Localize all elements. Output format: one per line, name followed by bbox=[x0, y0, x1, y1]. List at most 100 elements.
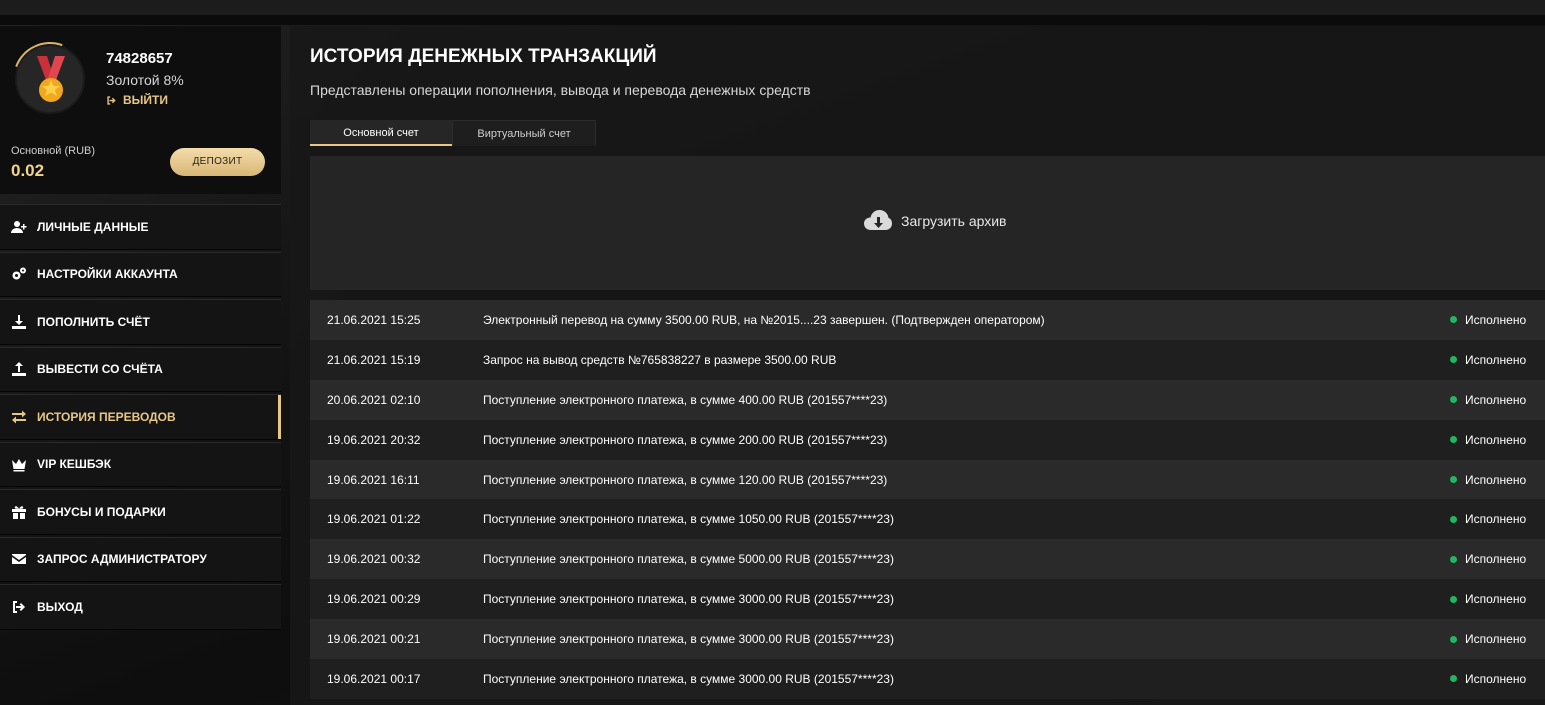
status-dot-icon bbox=[1450, 675, 1457, 683]
download-archive-button[interactable]: Загрузить архив bbox=[863, 208, 1007, 234]
status-badge: Исполнено bbox=[1450, 353, 1526, 367]
status-badge: Исполнено bbox=[1450, 313, 1526, 327]
status-dot-icon bbox=[1450, 316, 1457, 324]
table-row: 19.06.2021 00:21 Поступление электронног… bbox=[310, 619, 1545, 660]
sign-out-icon bbox=[107, 95, 116, 105]
transaction-date: 19.06.2021 00:21 bbox=[327, 632, 421, 647]
sidebar-item-transfer-history[interactable]: ИСТОРИЯ ПЕРЕВОДОВ bbox=[0, 394, 281, 440]
sidebar-item-deposit[interactable]: ПОПОЛНИТЬ СЧЁТ bbox=[0, 299, 281, 345]
sidebar-menu: ЛИЧНЫЕ ДАННЫЕ НАСТРОЙКИ АККАУНТА ПОПОЛНИ… bbox=[0, 204, 281, 630]
status-dot-icon bbox=[1450, 396, 1457, 404]
table-row: 19.06.2021 00:17 Поступление электронног… bbox=[310, 659, 1545, 699]
table-row: 19.06.2021 00:32 Поступление электронног… bbox=[310, 539, 1545, 580]
user-plus-icon bbox=[11, 220, 27, 233]
sidebar-item-personal-data[interactable]: ЛИЧНЫЕ ДАННЫЕ bbox=[0, 204, 281, 250]
avatar bbox=[0, 29, 100, 129]
table-row: 21.06.2021 15:25 Электронный перевод на … bbox=[310, 300, 1545, 340]
main-content: ИСТОРИЯ ДЕНЕЖНЫХ ТРАНЗАКЦИЙ Представлены… bbox=[290, 26, 1545, 705]
status-badge: Исполнено bbox=[1450, 552, 1526, 566]
transaction-description: Поступление электронного платежа, в сумм… bbox=[483, 432, 888, 447]
user-id: 74828657 bbox=[106, 50, 173, 67]
page-title: ИСТОРИЯ ДЕНЕЖНЫХ ТРАНЗАКЦИЙ bbox=[310, 46, 657, 67]
account-label: Основной (RUB) bbox=[11, 145, 96, 157]
status-label: Исполнено bbox=[1465, 512, 1527, 527]
transaction-description: Поступление электронного платежа, в сумм… bbox=[483, 671, 894, 686]
sidebar-item-label: VIP КЕШБЭК bbox=[37, 457, 112, 472]
archive-panel: Загрузить архив bbox=[310, 156, 1545, 290]
transaction-date: 19.06.2021 00:17 bbox=[327, 671, 421, 686]
download-icon bbox=[12, 314, 26, 329]
crown-icon bbox=[12, 459, 26, 472]
status-dot-icon bbox=[1450, 555, 1457, 563]
transaction-date: 19.06.2021 01:22 bbox=[327, 512, 421, 527]
account-tabs: Основной счет Виртуальный счет bbox=[310, 120, 596, 146]
transaction-description: Поступление электронного платежа, в сумм… bbox=[483, 512, 894, 527]
transaction-description: Поступление электронного платежа, в сумм… bbox=[483, 632, 894, 647]
transactions-table: 21.06.2021 15:25 Электронный перевод на … bbox=[310, 300, 1545, 699]
sidebar-item-withdraw[interactable]: ВЫВЕСТИ СО СЧЁТА bbox=[0, 346, 281, 392]
status-badge: Исполнено bbox=[1450, 473, 1526, 487]
page-subtitle: Представлены операции пополнения, вывода… bbox=[310, 82, 811, 98]
status-badge: Исполнено bbox=[1450, 592, 1526, 606]
status-label: Исполнено bbox=[1465, 352, 1527, 367]
status-badge: Исполнено bbox=[1450, 632, 1526, 646]
sidebar-item-vip-cashback[interactable]: VIP КЕШБЭК bbox=[0, 441, 281, 487]
transaction-description: Электронный перевод на сумму 3500.00 RUB… bbox=[483, 312, 1045, 327]
logout-label: ВЫЙТИ bbox=[123, 93, 168, 107]
status-label: Исполнено bbox=[1465, 432, 1527, 447]
sidebar-item-label: НАСТРОЙКИ АККАУНТА bbox=[37, 267, 178, 282]
sidebar-item-label: БОНУСЫ И ПОДАРКИ bbox=[37, 504, 166, 519]
status-badge: Исполнено bbox=[1450, 433, 1526, 447]
status-label: Исполнено bbox=[1465, 312, 1527, 327]
table-row: 19.06.2021 01:22 Поступление электронног… bbox=[310, 499, 1545, 540]
transaction-date: 19.06.2021 00:32 bbox=[327, 552, 421, 567]
status-dot-icon bbox=[1450, 515, 1457, 523]
envelope-icon bbox=[12, 554, 26, 565]
status-label: Исполнено bbox=[1465, 472, 1527, 487]
transaction-description: Поступление электронного платежа, в сумм… bbox=[483, 472, 888, 487]
sidebar-item-label: ВЫХОД bbox=[37, 599, 83, 614]
status-dot-icon bbox=[1450, 476, 1457, 483]
table-row: 19.06.2021 16:11 Поступление электронног… bbox=[310, 459, 1545, 500]
sidebar-item-label: ВЫВЕСТИ СО СЧЁТА bbox=[37, 362, 163, 377]
sidebar-item-bonuses[interactable]: БОНУСЫ И ПОДАРКИ bbox=[0, 489, 281, 535]
logout-link[interactable]: ВЫЙТИ bbox=[106, 93, 168, 107]
top-divider bbox=[0, 16, 1545, 25]
transaction-date: 19.06.2021 00:29 bbox=[327, 592, 421, 607]
status-label: Исполнено bbox=[1465, 632, 1527, 647]
status-badge: Исполнено bbox=[1450, 393, 1526, 407]
status-dot-icon bbox=[1450, 635, 1457, 643]
table-row: 19.06.2021 00:29 Поступление электронног… bbox=[310, 579, 1545, 620]
transaction-description: Запрос на вывод средств №765838227 в раз… bbox=[483, 352, 837, 367]
download-archive-label: Загрузить архив bbox=[901, 213, 1007, 229]
sidebar-item-label: ПОПОЛНИТЬ СЧЁТ bbox=[37, 314, 150, 329]
sidebar-item-label: ЗАПРОС АДМИНИСТРАТОРУ bbox=[37, 552, 207, 567]
cloud-download-icon bbox=[864, 210, 892, 230]
tab-main-account[interactable]: Основной счет bbox=[310, 120, 452, 146]
transaction-description: Поступление электронного платежа, в сумм… bbox=[483, 552, 894, 567]
transaction-description: Поступление электронного платежа, в сумм… bbox=[483, 592, 894, 607]
top-bar bbox=[0, 0, 1545, 16]
sidebar-item-exit[interactable]: ВЫХОД bbox=[0, 584, 281, 630]
tab-virtual-account[interactable]: Виртуальный счет bbox=[452, 120, 596, 146]
profile-panel: 74828657 Золотой 8% ВЫЙТИ Основной (RUB)… bbox=[0, 26, 281, 194]
transaction-date: 19.06.2021 20:32 bbox=[327, 432, 421, 447]
exchange-icon bbox=[12, 410, 26, 424]
gears-icon bbox=[12, 267, 26, 280]
deposit-button[interactable]: ДЕПОЗИТ bbox=[170, 148, 265, 176]
status-badge: Исполнено bbox=[1450, 672, 1526, 686]
table-row: 20.06.2021 02:10 Поступление электронног… bbox=[310, 379, 1545, 420]
status-label: Исполнено bbox=[1465, 552, 1527, 567]
sidebar-item-account-settings[interactable]: НАСТРОЙКИ АККАУНТА bbox=[0, 251, 281, 297]
status-dot-icon bbox=[1450, 356, 1457, 364]
status-badge: Исполнено bbox=[1450, 512, 1526, 526]
status-label: Исполнено bbox=[1465, 592, 1527, 607]
sidebar-item-admin-request[interactable]: ЗАПРОС АДМИНИСТРАТОРУ bbox=[0, 536, 281, 582]
upload-icon bbox=[12, 362, 26, 377]
sidebar: 74828657 Золотой 8% ВЫЙТИ Основной (RUB)… bbox=[0, 26, 281, 632]
status-label: Исполнено bbox=[1465, 392, 1527, 407]
gold-medal-icon bbox=[37, 56, 65, 102]
sidebar-item-label: ЛИЧНЫЕ ДАННЫЕ bbox=[37, 219, 149, 234]
transaction-date: 21.06.2021 15:19 bbox=[327, 352, 421, 367]
sidebar-item-label: ИСТОРИЯ ПЕРЕВОДОВ bbox=[37, 409, 176, 424]
